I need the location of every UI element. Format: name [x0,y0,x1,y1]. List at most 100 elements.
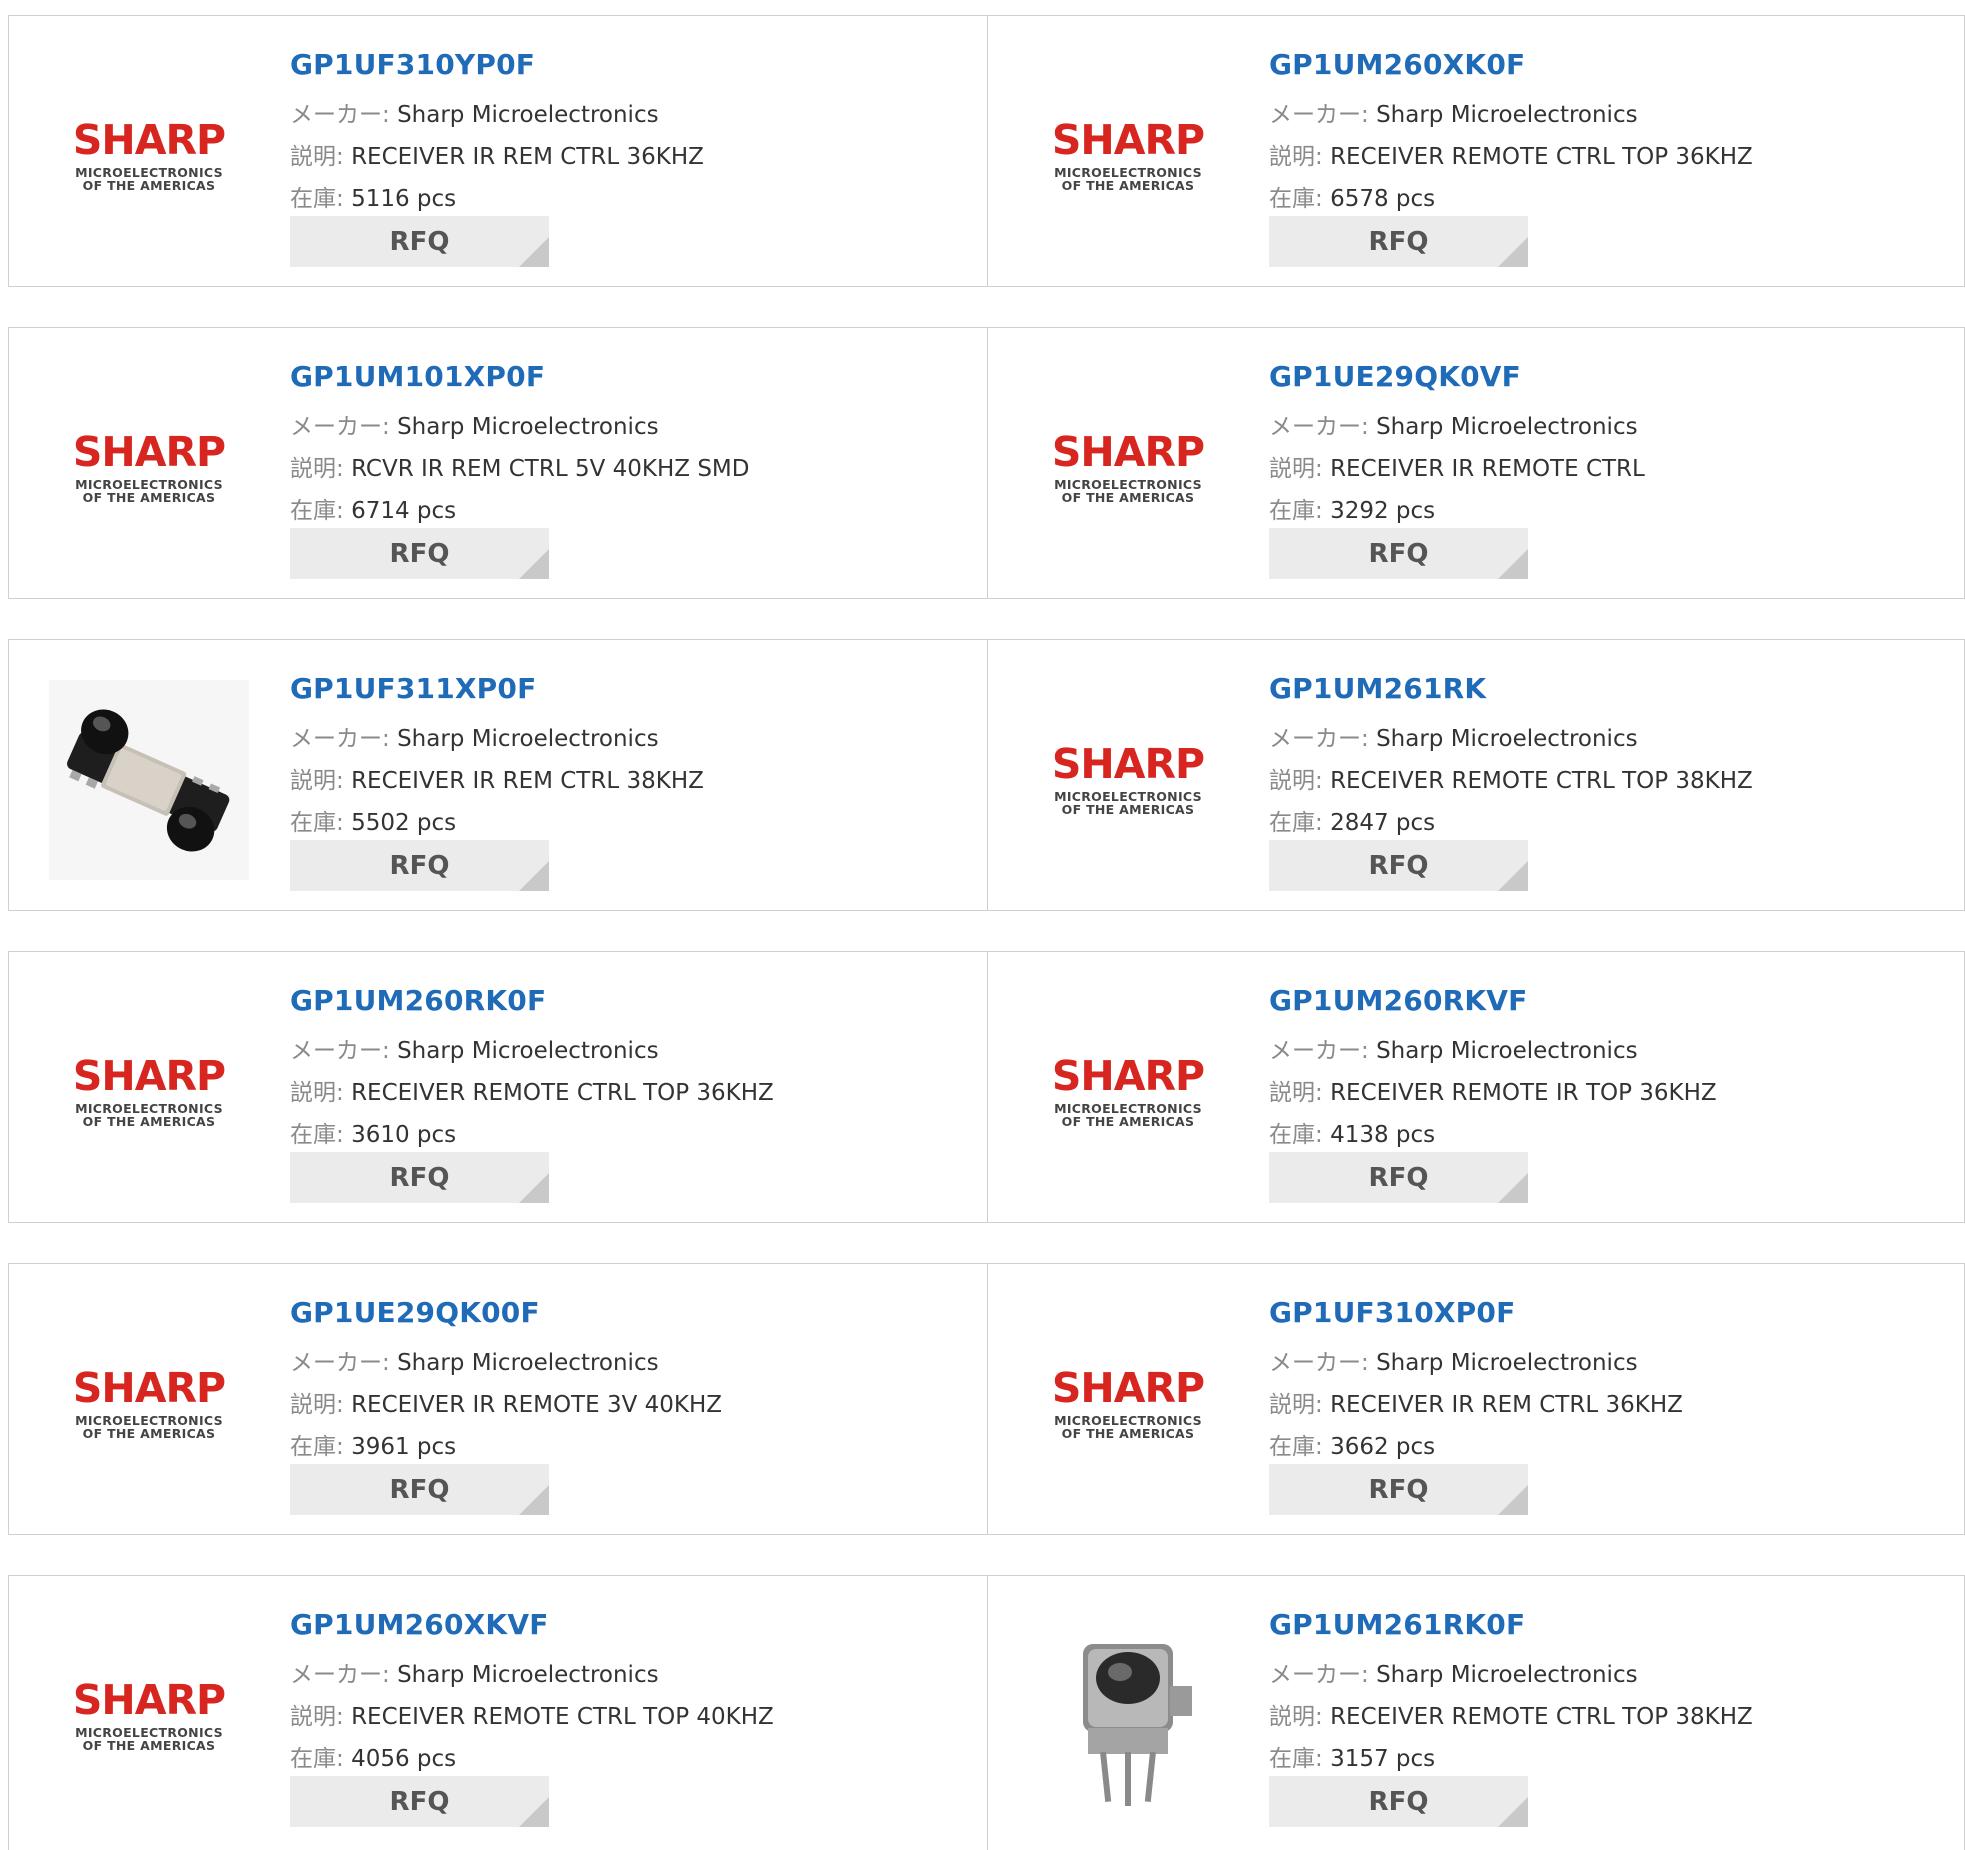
product-card: SHARP MICROELECTRONICS OF THE AMERICAS G… [9,1264,987,1534]
product-thumbnail[interactable]: SHARP MICROELECTRONICS OF THE AMERICAS [49,56,249,256]
part-number-link[interactable]: GP1UM260RKVF [1269,984,1717,1017]
corner-fold-decoration [519,1485,549,1515]
part-number-link[interactable]: GP1UM261RK [1269,672,1753,705]
part-number-link[interactable]: GP1UM261RK0F [1269,1608,1753,1641]
maker-label: メーカー: [290,1038,390,1064]
rfq-button[interactable]: RFQ [290,1776,549,1827]
logo-wordmark: SHARP [72,1052,226,1100]
rfq-button[interactable]: RFQ [290,216,549,267]
corner-fold-decoration [519,549,549,579]
rfq-button[interactable]: RFQ [1269,216,1528,267]
product-card: SHARP MICROELECTRONICS OF THE AMERICAS G… [987,328,1964,598]
stock-value: 3610 pcs [351,1122,457,1148]
rfq-label: RFQ [389,1786,450,1817]
rfq-button[interactable]: RFQ [290,528,549,579]
corner-fold-decoration [519,861,549,891]
corner-fold-decoration [1498,1797,1528,1827]
part-number-link[interactable]: GP1UM101XP0F [290,360,750,393]
product-thumbnail[interactable]: SHARP MICROELECTRONICS OF THE AMERICAS [1028,56,1228,256]
product-info: GP1UM260XK0F メーカー: Sharp Microelectronic… [1269,48,1753,221]
maker-label: メーカー: [290,102,390,128]
product-thumbnail[interactable]: SHARP MICROELECTRONICS OF THE AMERICAS [49,1304,249,1504]
maker-label: メーカー: [1269,1038,1369,1064]
product-thumbnail[interactable]: SHARP MICROELECTRONICS OF THE AMERICAS [49,992,249,1192]
product-card: SHARP MICROELECTRONICS OF THE AMERICAS G… [9,16,987,286]
maker-line: メーカー: Sharp Microelectronics [1269,1655,1753,1689]
part-number-link[interactable]: GP1UF310XP0F [1269,1296,1683,1329]
maker-line: メーカー: Sharp Microelectronics [290,719,704,753]
rfq-label: RFQ [389,538,450,569]
description-value: RECEIVER REMOTE CTRL TOP 36KHZ [351,1080,774,1106]
rfq-button[interactable]: RFQ [1269,528,1528,579]
rfq-button[interactable]: RFQ [290,840,549,891]
rfq-button[interactable]: RFQ [1269,1152,1528,1203]
description-line: 説明: RECEIVER REMOTE CTRL TOP 38KHZ [1269,1697,1753,1731]
part-number-link[interactable]: GP1UE29QK0VF [1269,360,1645,393]
part-number-link[interactable]: GP1UF310YP0F [290,48,704,81]
maker-line: メーカー: Sharp Microelectronics [290,1031,774,1065]
logo-subtitle-2: OF THE AMERICAS [1061,801,1195,817]
maker-line: メーカー: Sharp Microelectronics [1269,407,1645,441]
rfq-label: RFQ [389,850,450,881]
product-thumbnail[interactable] [1028,1616,1228,1816]
description-line: 説明: RECEIVER REMOTE CTRL TOP 38KHZ [1269,761,1753,795]
rfq-button[interactable]: RFQ [1269,1464,1528,1515]
maker-value: Sharp Microelectronics [397,414,659,440]
part-number-link[interactable]: GP1UE29QK00F [290,1296,722,1329]
product-info: GP1UF310XP0F メーカー: Sharp Microelectronic… [1269,1296,1683,1469]
stock-value: 6578 pcs [1330,186,1436,212]
stock-line: 在庫: 3292 pcs [1269,491,1645,525]
logo-subtitle-2: OF THE AMERICAS [82,1425,216,1441]
product-thumbnail[interactable]: SHARP MICROELECTRONICS OF THE AMERICAS [1028,680,1228,880]
product-thumbnail[interactable]: SHARP MICROELECTRONICS OF THE AMERICAS [1028,992,1228,1192]
product-info: GP1UM101XP0F メーカー: Sharp Microelectronic… [290,360,750,533]
rfq-label: RFQ [1368,1162,1429,1193]
description-label: 説明: [290,1392,344,1418]
product-info: GP1UM260RKVF メーカー: Sharp Microelectronic… [1269,984,1717,1157]
corner-fold-decoration [1498,1173,1528,1203]
product-thumbnail[interactable]: SHARP MICROELECTRONICS OF THE AMERICAS [49,1616,249,1816]
description-label: 説明: [290,1704,344,1730]
stock-line: 在庫: 4138 pcs [1269,1115,1717,1149]
rfq-button[interactable]: RFQ [290,1152,549,1203]
description-label: 説明: [1269,1392,1323,1418]
part-number-link[interactable]: GP1UM260RK0F [290,984,774,1017]
maker-label: メーカー: [1269,414,1369,440]
logo-wordmark: SHARP [72,1364,226,1412]
maker-label: メーカー: [1269,102,1369,128]
logo-wordmark: SHARP [1051,116,1205,164]
stock-label: 在庫: [1269,810,1323,836]
product-info: GP1UF311XP0F メーカー: Sharp Microelectronic… [290,672,704,845]
maker-label: メーカー: [1269,1662,1369,1688]
maker-value: Sharp Microelectronics [1376,1038,1638,1064]
stock-value: 5116 pcs [351,186,457,212]
maker-value: Sharp Microelectronics [1376,102,1638,128]
description-label: 説明: [1269,1704,1323,1730]
stock-label: 在庫: [1269,1746,1323,1772]
part-number-link[interactable]: GP1UM260XKVF [290,1608,774,1641]
description-line: 説明: RECEIVER IR REMOTE CTRL [1269,449,1645,483]
corner-fold-decoration [519,1797,549,1827]
maker-line: メーカー: Sharp Microelectronics [1269,95,1753,129]
stock-line: 在庫: 6578 pcs [1269,179,1753,213]
product-thumbnail[interactable]: SHARP MICROELECTRONICS OF THE AMERICAS [1028,368,1228,568]
part-number-link[interactable]: GP1UF311XP0F [290,672,704,705]
rfq-button[interactable]: RFQ [1269,1776,1528,1827]
description-label: 説明: [1269,768,1323,794]
stock-value: 4138 pcs [1330,1122,1436,1148]
product-thumbnail[interactable]: SHARP MICROELECTRONICS OF THE AMERICAS [49,368,249,568]
part-number-link[interactable]: GP1UM260XK0F [1269,48,1753,81]
rfq-button[interactable]: RFQ [1269,840,1528,891]
maker-value: Sharp Microelectronics [397,1350,659,1376]
rfq-button[interactable]: RFQ [290,1464,549,1515]
maker-line: メーカー: Sharp Microelectronics [290,95,704,129]
stock-label: 在庫: [290,498,344,524]
description-line: 説明: RECEIVER IR REM CTRL 36KHZ [1269,1385,1683,1419]
product-info: GP1UF310YP0F メーカー: Sharp Microelectronic… [290,48,704,221]
product-thumbnail[interactable]: SHARP MICROELECTRONICS OF THE AMERICAS [1028,1304,1228,1504]
description-value: RECEIVER IR REM CTRL 36KHZ [351,144,704,170]
maker-value: Sharp Microelectronics [397,726,659,752]
description-value: RECEIVER IR REM CTRL 38KHZ [351,768,704,794]
product-thumbnail[interactable] [49,680,249,880]
rfq-label: RFQ [389,226,450,257]
